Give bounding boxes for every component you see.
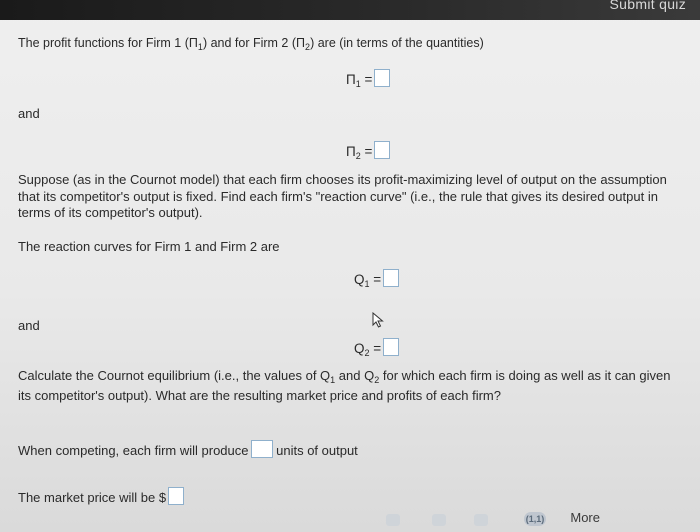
- price-answer-box[interactable]: [168, 487, 185, 505]
- equals-sign: =: [373, 272, 382, 287]
- q1-subscript: 1: [364, 279, 370, 289]
- calc-text-a: Calculate the Cournot equilibrium (i.e.,…: [18, 368, 331, 383]
- cournot-paragraph: Suppose (as in the Cournot model) that e…: [18, 172, 667, 220]
- calc-text-c: for which each firm is doing as well as …: [379, 368, 671, 383]
- q2-equation: Q2 =: [354, 338, 400, 358]
- pi2-answer-box[interactable]: [374, 141, 391, 159]
- price-prefix: The market price will be $: [18, 490, 167, 505]
- competing-prefix: When competing, each firm will produce: [18, 443, 249, 458]
- intro-text-b: ) and for Firm 2 (Π: [202, 36, 306, 50]
- units-answer-box[interactable]: [250, 440, 273, 458]
- pi1-subscript: 1: [355, 79, 361, 89]
- reaction-intro: The reaction curves for Firm 1 and Firm …: [18, 239, 280, 254]
- bottom-toolbar: (1,1) More: [0, 510, 700, 532]
- pi1-symbol: Π: [346, 72, 356, 87]
- and-label-2: and: [18, 318, 40, 333]
- help-icon[interactable]: (1,1): [524, 512, 546, 526]
- toolbar-icon[interactable]: [474, 514, 488, 526]
- top-bar: Submit quiz: [0, 0, 700, 20]
- submit-quiz-button[interactable]: Submit quiz: [610, 0, 686, 12]
- calc-line-1: Calculate the Cournot equilibrium (i.e.,…: [18, 368, 670, 389]
- mouse-pointer-icon: [372, 312, 384, 328]
- question-panel: The profit functions for Firm 1 (Π 1 ) and…: [0, 20, 700, 532]
- intro-text-c: ) are (in terms of the quantities): [310, 36, 484, 50]
- q1-symbol: Q: [354, 272, 365, 287]
- q2-subscript: 2: [364, 348, 370, 358]
- equals-sign: =: [373, 341, 382, 356]
- q2-symbol: Q: [354, 341, 365, 356]
- and-label-1: and: [18, 106, 40, 121]
- pi1-answer-box[interactable]: [374, 69, 391, 87]
- pi2-symbol: Π: [346, 144, 356, 159]
- q2-answer-box[interactable]: [383, 338, 400, 356]
- toolbar-icon[interactable]: [432, 514, 446, 526]
- q1-equation: Q1 =: [354, 269, 400, 289]
- pi2-equation: Π2 =: [346, 141, 391, 161]
- pi2-subscript: 2: [355, 151, 361, 161]
- calc-text-b: and Q: [335, 368, 375, 383]
- intro-text-a: The profit functions for Firm 1 (Π: [18, 36, 198, 50]
- q1-answer-box[interactable]: [383, 269, 400, 287]
- question-intro: The profit functions for Firm 1 (Π1) and…: [18, 36, 484, 52]
- calc-line-2: its competitor's output). What are the r…: [18, 388, 501, 403]
- equals-sign: =: [364, 144, 373, 159]
- more-link[interactable]: More: [570, 510, 600, 525]
- toolbar-icon[interactable]: [386, 514, 400, 526]
- equals-sign: =: [364, 72, 373, 87]
- pi1-equation: Π1 =: [346, 69, 391, 89]
- price-row: The market price will be $: [18, 487, 185, 507]
- competing-suffix: units of output: [276, 443, 358, 458]
- competing-row: When competing, each firm will produce u…: [18, 440, 358, 460]
